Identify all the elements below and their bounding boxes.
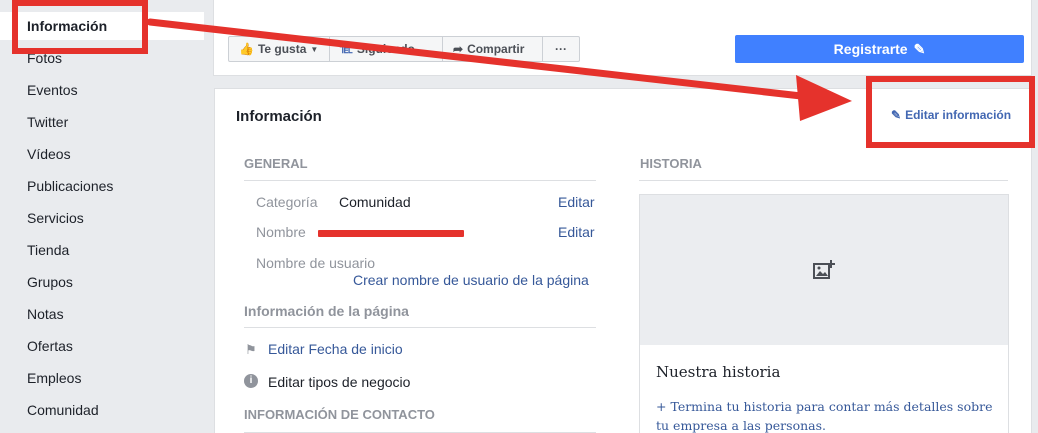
edit-category-link[interactable]: Editar	[558, 194, 595, 210]
info-icon: i	[244, 374, 258, 388]
username-label: Nombre de usuario	[256, 255, 376, 271]
add-photo-icon	[813, 260, 835, 279]
edit-name-link[interactable]: Editar	[558, 224, 595, 240]
sidebar-item-ofertas[interactable]: Ofertas	[27, 338, 73, 354]
story-image-placeholder[interactable]	[640, 195, 1008, 345]
more-options-button[interactable]: ···	[543, 37, 579, 61]
page-info-section-title: Información de la página	[244, 303, 409, 319]
sidebar-item-tienda[interactable]: Tienda	[27, 242, 69, 258]
card-title: Información	[236, 108, 322, 125]
sidebar-item-notas[interactable]: Notas	[27, 306, 64, 322]
redaction-bar	[318, 230, 464, 237]
register-button[interactable]: Registrarte ✎	[735, 35, 1024, 63]
sidebar-item-grupos[interactable]: Grupos	[27, 274, 73, 290]
annotation-box-edit-info	[866, 76, 1035, 148]
history-divider	[639, 180, 1008, 181]
pencil-icon: ✎	[913, 40, 926, 57]
more-dots-icon: ···	[555, 42, 567, 56]
contact-section-title: INFORMACIÓN DE CONTACTO	[244, 407, 435, 422]
share-arrow-icon: ➦	[453, 42, 464, 56]
create-username-link[interactable]: Crear nombre de usuario de la página	[353, 272, 589, 288]
edit-business-types-link[interactable]: Editar tipos de negocio	[268, 374, 410, 390]
rss-icon: ℡	[340, 42, 353, 56]
general-section-title: GENERAL	[244, 156, 308, 171]
general-divider	[244, 180, 596, 181]
page-action-bar: 👍 Te gusta ▼ ℡ Siguiendo ➦ Compartir ···…	[213, 0, 1032, 76]
chevron-down-icon: ▼	[310, 44, 319, 54]
flag-icon: ⚑	[245, 342, 257, 357]
annotation-box-sidebar	[12, 0, 148, 54]
story-card[interactable]: Nuestra historia + Termina tu historia p…	[639, 194, 1009, 433]
sidebar-item-publicaciones[interactable]: Publicaciones	[27, 178, 113, 194]
share-button[interactable]: ➦ Compartir	[443, 37, 543, 61]
like-button-label: Te gusta	[257, 42, 307, 56]
sidebar-item-twitter[interactable]: Twitter	[27, 114, 68, 130]
sidebar-item-servicios[interactable]: Servicios	[27, 210, 84, 226]
page-info-divider	[244, 327, 596, 328]
story-title: Nuestra historia	[656, 363, 781, 381]
category-label: Categoría	[256, 194, 318, 210]
sidebar-item-videos[interactable]: Vídeos	[27, 146, 71, 162]
follow-button[interactable]: ℡ Siguiendo	[330, 37, 443, 61]
category-value: Comunidad	[339, 194, 411, 210]
sidebar-item-eventos[interactable]: Eventos	[27, 82, 78, 98]
follow-button-label: Siguiendo	[356, 42, 415, 56]
history-section-title: HISTORIA	[640, 156, 702, 171]
name-label: Nombre	[256, 224, 306, 240]
story-description-link[interactable]: + Termina tu historia para contar más de…	[656, 397, 1001, 433]
register-button-label: Registrarte	[833, 41, 908, 57]
sidebar: Información Fotos Eventos Twitter Vídeos…	[0, 0, 204, 433]
like-button[interactable]: 👍 Te gusta ▼	[229, 37, 330, 61]
sidebar-item-empleos[interactable]: Empleos	[27, 370, 81, 386]
sidebar-item-comunidad[interactable]: Comunidad	[27, 402, 99, 418]
edit-start-date-link[interactable]: Editar Fecha de inicio	[268, 341, 403, 357]
thumbs-up-icon: 👍	[239, 42, 254, 56]
action-button-group: 👍 Te gusta ▼ ℡ Siguiendo ➦ Compartir ···	[228, 36, 580, 62]
share-button-label: Compartir	[467, 42, 525, 56]
